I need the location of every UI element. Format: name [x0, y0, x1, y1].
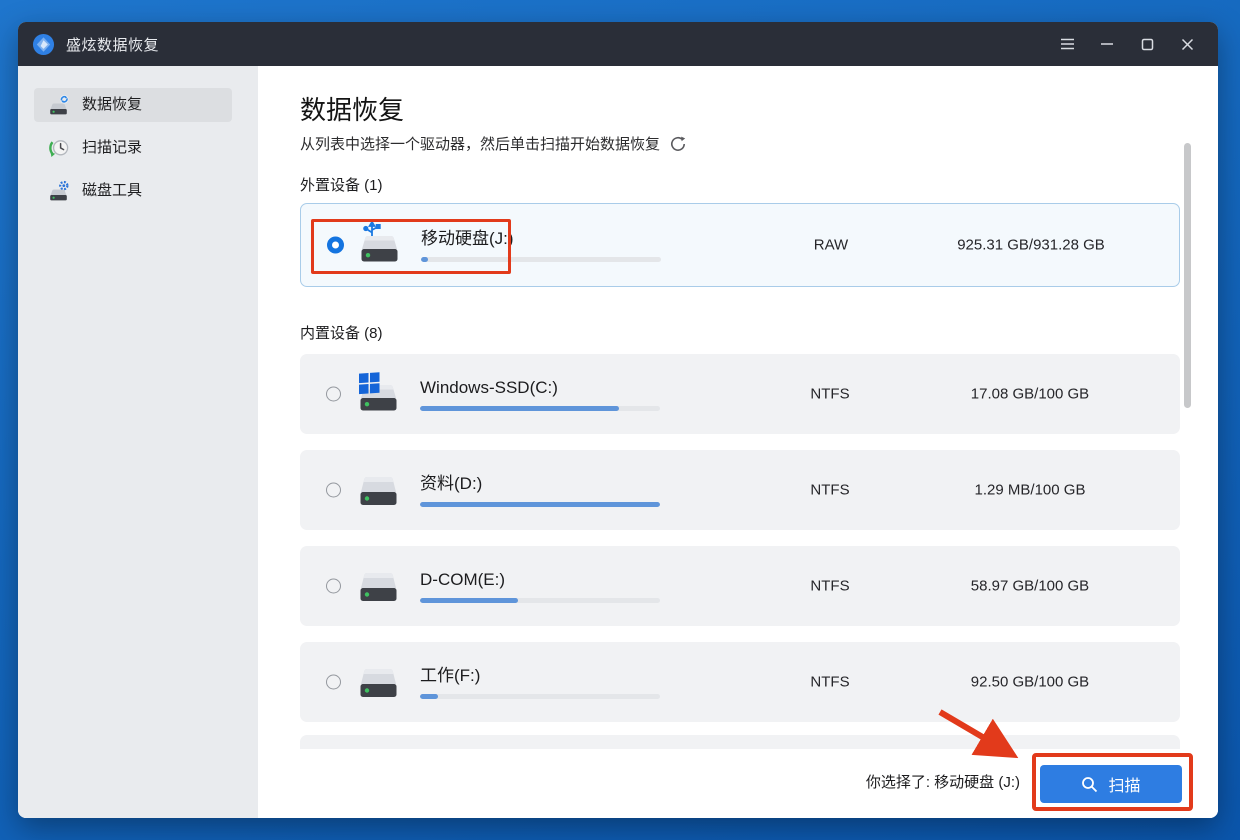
- device-name: 工作(F:): [420, 666, 481, 685]
- sidebar-item-label: 磁盘工具: [82, 182, 143, 199]
- disk-tools-icon: [48, 180, 70, 202]
- page-title: 数据恢复: [300, 95, 405, 125]
- device-filesystem: NTFS: [810, 673, 850, 691]
- hamburger-icon: [1060, 38, 1074, 50]
- scan-history-icon: [48, 137, 70, 159]
- main-panel: 数据恢复 从列表中选择一个驱动器，然后单击扫描开始数据恢复 外置设备 (1) 移…: [258, 66, 1218, 818]
- hard-drive-icon: [354, 467, 402, 513]
- close-icon: [1181, 38, 1193, 50]
- device-row-partial[interactable]: [300, 735, 1180, 749]
- device-capacity: 17.08 GB/100 GB: [970, 385, 1090, 403]
- device-name: 移动硬盘(J:): [421, 229, 514, 248]
- hard-drive-icon: [354, 659, 402, 705]
- device-radio[interactable]: [326, 482, 341, 498]
- sidebar-item-disk-tools[interactable]: 磁盘工具: [34, 174, 232, 208]
- windows-drive-icon: [354, 371, 402, 417]
- minimize-icon: [1101, 43, 1113, 45]
- device-capacity: 925.31 GB/931.28 GB: [957, 236, 1105, 254]
- section-label-external: 外置设备 (1): [300, 177, 383, 194]
- device-radio[interactable]: [326, 386, 341, 402]
- device-name: Windows-SSD(C:): [420, 378, 558, 397]
- device-row-removable-j[interactable]: 移动硬盘(J:) RAW 925.31 GB/931.28 GB: [300, 203, 1180, 287]
- app-logo-icon: [32, 33, 55, 56]
- device-filesystem: RAW: [813, 236, 849, 254]
- device-row-dcom-e[interactable]: D-COM(E:) NTFS 58.97 GB/100 GB: [300, 546, 1180, 626]
- usage-bar: [420, 406, 660, 411]
- usage-bar: [420, 694, 660, 699]
- device-filesystem: NTFS: [810, 385, 850, 403]
- scan-button-label: 扫描: [1108, 778, 1141, 795]
- usage-bar: [420, 502, 660, 507]
- app-title: 盛炫数据恢复: [66, 36, 160, 54]
- selection-status-text: 你选择了: 移动硬盘 (J:): [865, 774, 1020, 791]
- sidebar-item-data-recovery[interactable]: 数据恢复: [34, 88, 232, 122]
- sidebar-item-label: 扫描记录: [82, 139, 143, 156]
- device-row-windows-ssd-c[interactable]: Windows-SSD(C:) NTFS 17.08 GB/100 GB: [300, 354, 1180, 434]
- device-name: D-COM(E:): [420, 570, 505, 589]
- device-radio[interactable]: [326, 674, 341, 690]
- sidebar: 数据恢复 扫描记录 磁盘工具: [18, 66, 258, 818]
- device-row-work-f[interactable]: 工作(F:) NTFS 92.50 GB/100 GB: [300, 642, 1180, 722]
- device-name: 资料(D:): [420, 474, 483, 493]
- titlebar: 盛炫数据恢复: [18, 22, 1218, 66]
- device-radio-selected[interactable]: [327, 236, 344, 254]
- usb-drive-icon: [355, 220, 403, 268]
- maximize-button[interactable]: [1130, 29, 1164, 59]
- sidebar-item-scan-history[interactable]: 扫描记录: [34, 131, 232, 165]
- scan-button[interactable]: 扫描: [1040, 765, 1182, 803]
- refresh-button[interactable]: [669, 135, 687, 153]
- refresh-icon: [671, 136, 686, 151]
- device-row-data-d[interactable]: 资料(D:) NTFS 1.29 MB/100 GB: [300, 450, 1180, 530]
- hard-drive-icon: [354, 563, 402, 609]
- sidebar-item-label: 数据恢复: [82, 96, 143, 113]
- app-window: 盛炫数据恢复 数据恢复 扫描记录 磁盘工具 数据恢复 从列表中选择一个驱动器，然…: [18, 22, 1218, 818]
- device-filesystem: NTFS: [810, 577, 850, 595]
- device-capacity: 92.50 GB/100 GB: [970, 673, 1090, 691]
- menu-button[interactable]: [1050, 29, 1084, 59]
- device-radio[interactable]: [326, 578, 341, 594]
- data-recovery-icon: [48, 94, 70, 116]
- maximize-icon: [1141, 38, 1153, 50]
- device-filesystem: NTFS: [810, 481, 850, 499]
- usage-bar: [420, 598, 660, 603]
- search-icon: [1082, 776, 1098, 792]
- device-capacity: 58.97 GB/100 GB: [970, 577, 1090, 595]
- page-subtitle: 从列表中选择一个驱动器，然后单击扫描开始数据恢复: [300, 136, 661, 153]
- section-label-internal: 内置设备 (8): [300, 325, 383, 342]
- device-capacity: 1.29 MB/100 GB: [974, 481, 1086, 499]
- close-button[interactable]: [1170, 29, 1204, 59]
- scrollbar-thumb[interactable]: [1184, 143, 1191, 408]
- usage-bar: [421, 257, 661, 262]
- minimize-button[interactable]: [1090, 29, 1124, 59]
